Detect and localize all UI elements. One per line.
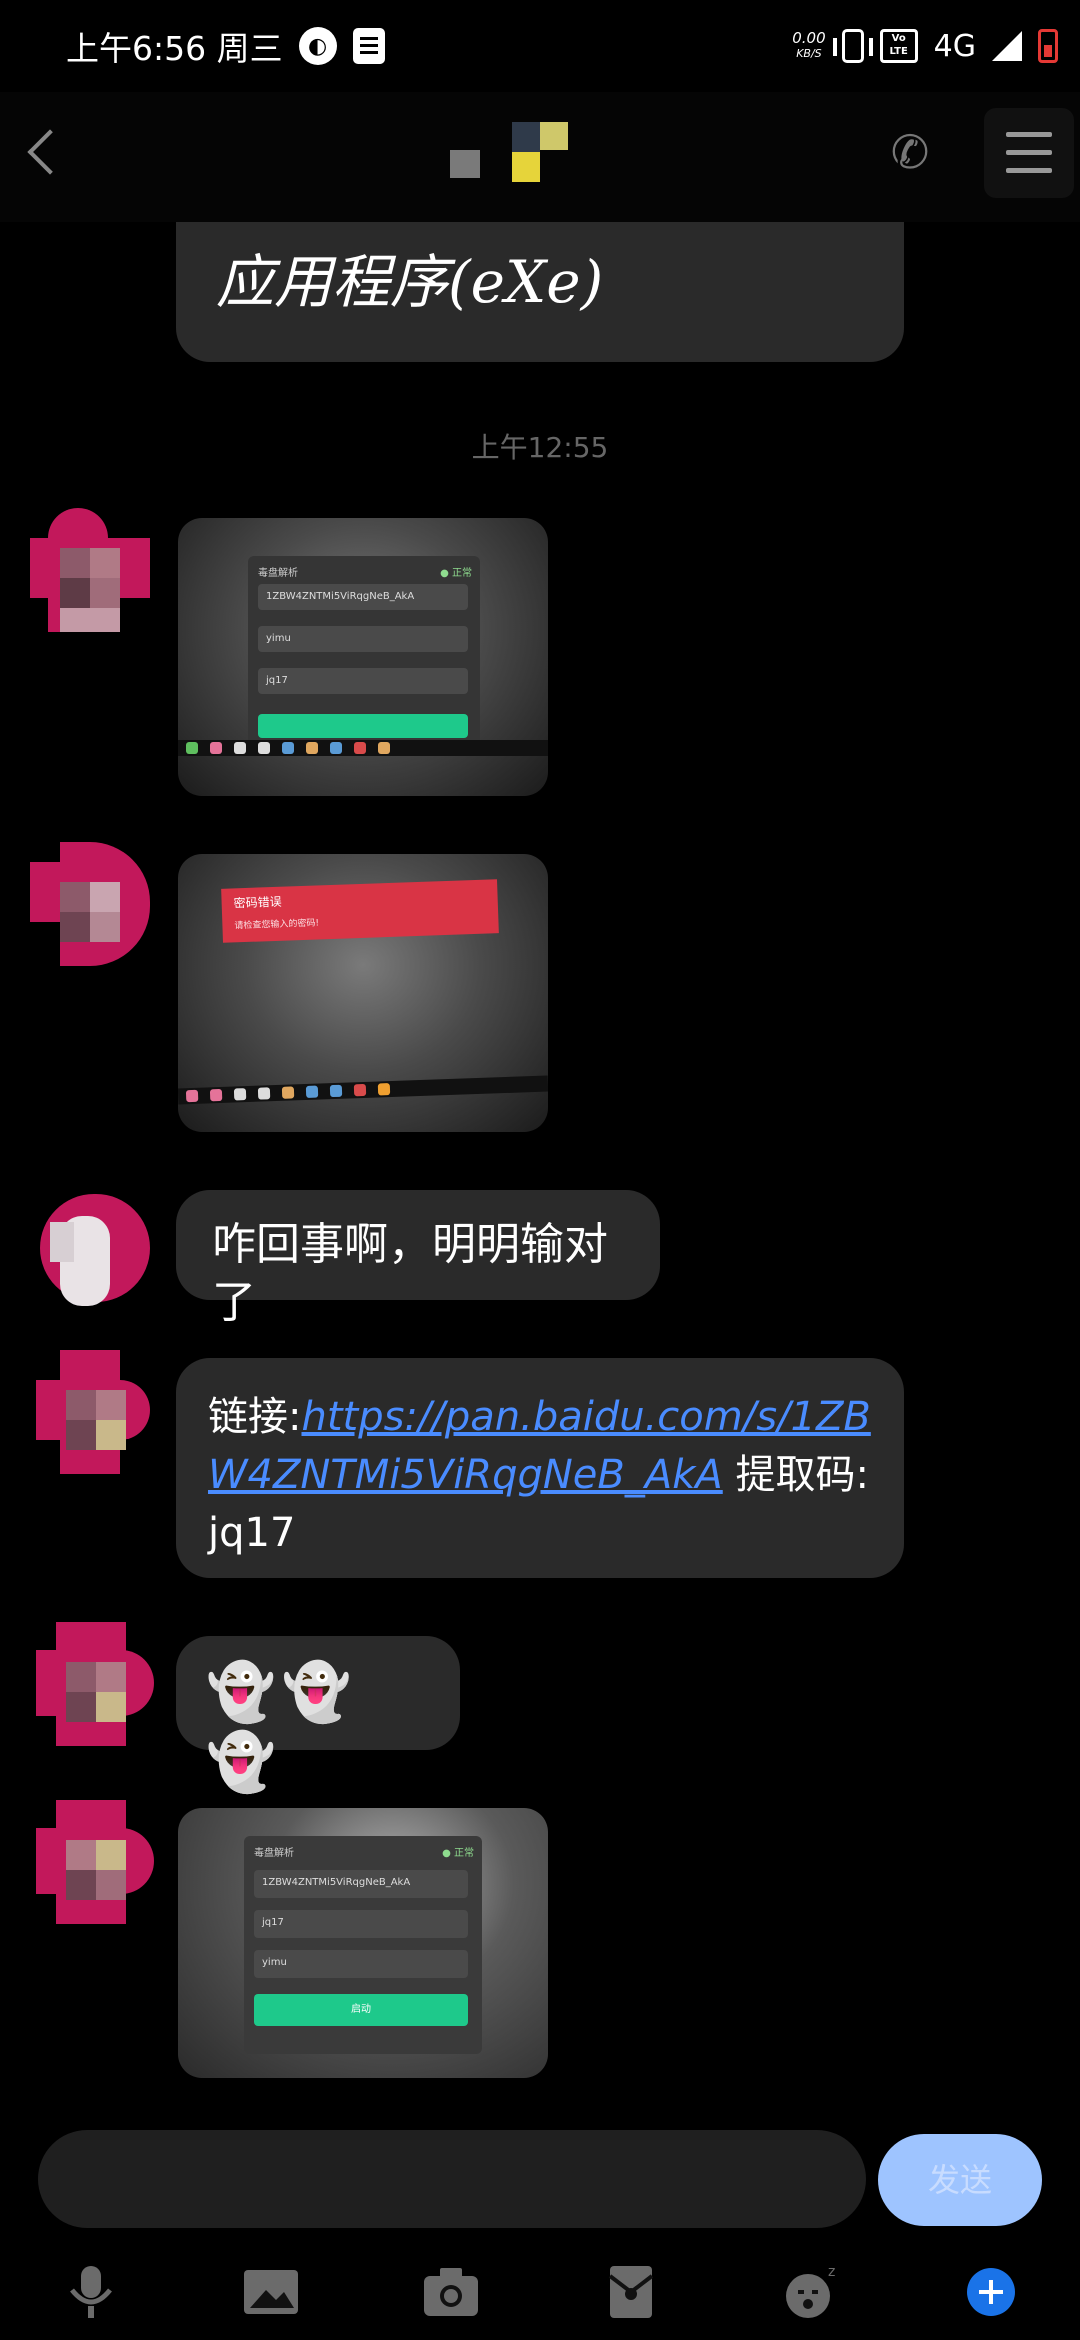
screen-field-code: jq17 (254, 1910, 468, 1938)
message-text: 应用程序(eXe) (216, 248, 604, 316)
network-speed-value: 0.00 (792, 29, 826, 47)
emoji-icon[interactable]: z (776, 2262, 846, 2322)
document-notification-icon (352, 28, 385, 64)
screen-field-user: yimu (254, 1950, 468, 1978)
sender-avatar[interactable] (30, 1186, 150, 1310)
screen-taskbar (178, 740, 548, 756)
screen-field-user: yimu (258, 626, 468, 652)
back-icon[interactable] (14, 122, 74, 182)
battery-icon (1038, 29, 1058, 63)
send-button[interactable]: 发送 (878, 2134, 1042, 2226)
screen-start-button: 启动 (254, 1994, 468, 2026)
image-message[interactable]: 毒盘解析 ● 正常 1ZBW4ZNTMi5ViRqgNeB_AkA yimu j… (178, 518, 548, 796)
image-icon[interactable] (236, 2262, 306, 2322)
image-message[interactable]: 毒盘解析 ● 正常 1ZBW4ZNTMi5ViRqgNeB_AkA jq17 y… (178, 1808, 548, 2078)
screen-field-link: 1ZBW4ZNTMi5ViRqgNeB_AkA (258, 584, 468, 610)
sender-avatar[interactable] (30, 842, 150, 966)
status-bar: 上午6:56 周三 ◐ 0.00 KB/S Vo LTE 4G (0, 0, 1080, 92)
message-input[interactable] (38, 2130, 866, 2228)
menu-icon[interactable] (984, 108, 1074, 198)
volte-line2: LTE (889, 46, 908, 57)
link-prefix: 链接: (208, 1394, 302, 1440)
message-bubble-link: 链接:https://pan.baidu.com/s/1ZBW4ZNTMi5Vi… (176, 1358, 904, 1578)
window-title: 毒盘解析 (258, 568, 298, 579)
microphone-icon[interactable] (56, 2262, 126, 2322)
screen-window: 毒盘解析 ● 正常 1ZBW4ZNTMi5ViRqgNeB_AkA yimu j… (248, 556, 480, 746)
message-bubble: 咋回事啊，明明输对了 (176, 1190, 660, 1328)
window-status: ● 正常 (440, 568, 472, 579)
link-message-body: 链接:https://pan.baidu.com/s/1ZBW4ZNTMi5Vi… (208, 1388, 872, 1562)
error-dialog: 密码错误 请检查您输入的密码! (221, 879, 499, 943)
signal-icon (992, 31, 1022, 61)
plus-icon[interactable] (956, 2262, 1026, 2322)
status-left: 上午6:56 周三 ◐ (66, 22, 385, 70)
camera-icon[interactable] (416, 2262, 486, 2322)
screen-field-link: 1ZBW4ZNTMi5ViRqgNeB_AkA (254, 1870, 468, 1898)
volte-line1: Vo (891, 33, 906, 44)
vibrate-icon (832, 29, 873, 63)
network-type: 4G (933, 28, 976, 64)
contact-avatar-pixelated[interactable] (450, 118, 570, 182)
sender-avatar[interactable] (36, 1800, 156, 1924)
screen-start-button (258, 714, 468, 738)
screen-taskbar (178, 1075, 548, 1105)
error-detail: 请检查您输入的密码! (234, 918, 320, 932)
window-title: 毒盘解析 (254, 1848, 294, 1859)
message-bubble-emoji: 👻👻👻 (176, 1636, 460, 1795)
sender-avatar[interactable] (36, 1622, 156, 1746)
message-text: 咋回事啊，明明输对了 (212, 1219, 608, 1328)
screen-field-code: jq17 (258, 668, 468, 694)
svg-text:z: z (828, 2264, 835, 2280)
error-title: 密码错误 (233, 894, 282, 911)
phone-icon[interactable]: ✆ (880, 122, 940, 182)
app-notification-icon: ◐ (298, 27, 337, 65)
volte-icon: Vo LTE (879, 29, 918, 63)
screen-window: 毒盘解析 ● 正常 1ZBW4ZNTMi5ViRqgNeB_AkA jq17 y… (244, 1836, 482, 2054)
sender-avatar[interactable] (30, 508, 150, 632)
message-timestamp: 上午12:55 (471, 431, 609, 464)
message-bubble-partial: 应用程序(eXe) (176, 222, 904, 362)
sender-avatar[interactable] (36, 1350, 156, 1474)
image-message[interactable]: 密码错误 请检查您输入的密码! (178, 854, 548, 1132)
window-status: ● 正常 (442, 1848, 474, 1859)
emoji-message: 👻👻👻 (206, 1660, 358, 1795)
red-packet-icon[interactable] (596, 2262, 666, 2322)
network-speed: 0.00 KB/S (792, 30, 825, 62)
status-right: 0.00 KB/S Vo LTE 4G (792, 22, 1058, 70)
network-speed-unit: KB/S (796, 47, 822, 60)
input-toolbar: z (0, 2240, 1080, 2340)
clock: 上午6:56 周三 (66, 29, 283, 68)
